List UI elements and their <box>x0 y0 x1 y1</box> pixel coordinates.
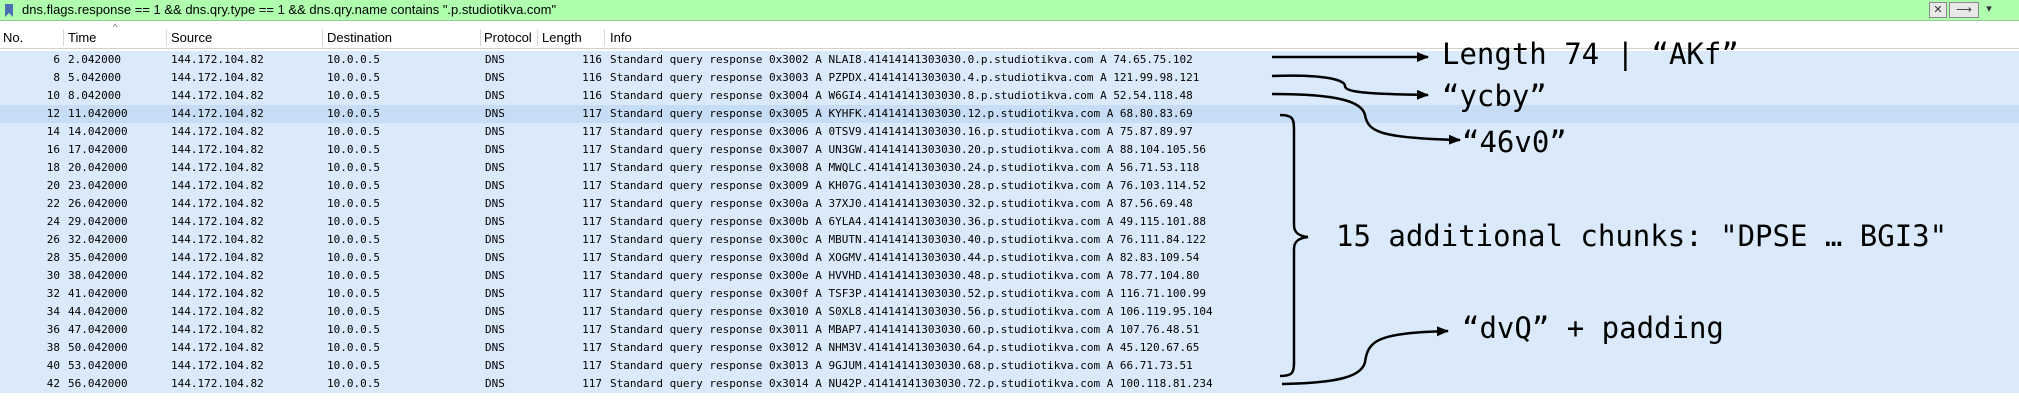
annotation-second-chunk: “ycby” <box>1442 79 1547 113</box>
arrow-row-42 <box>1281 326 1449 386</box>
annotation-first-chunk: Length 74 | “AKf” <box>1442 37 1739 71</box>
arrow-row-10 <box>1271 92 1461 145</box>
annotation-additional-chunks: 15 additional chunks: "DPSE … BGI3" <box>1336 219 1948 253</box>
annotation-last-chunk: “dvQ” + padding <box>1462 311 1724 345</box>
arrow-row-8 <box>1271 74 1429 100</box>
brace-chunks <box>1279 113 1309 378</box>
annotation-third-chunk: “46v0” <box>1462 125 1567 159</box>
